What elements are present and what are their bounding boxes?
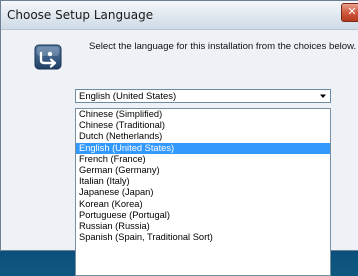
language-option[interactable]: Russian (Russia)	[76, 221, 330, 232]
language-option[interactable]: Dutch (Netherlands)	[76, 131, 330, 142]
combobox-value: English (United States)	[79, 91, 177, 102]
language-option[interactable]: Portuguese (Portugal)	[76, 210, 330, 221]
language-combobox[interactable]: English (United States)	[75, 89, 331, 103]
language-option[interactable]: German (Germany)	[76, 165, 330, 176]
close-button[interactable]: ✕	[341, 3, 358, 22]
chevron-down-icon[interactable]	[316, 90, 330, 102]
title-bar[interactable]: Choose Setup Language ✕	[1, 1, 358, 30]
language-option[interactable]: Spanish (Spain, Traditional Sort)	[76, 232, 330, 243]
language-option[interactable]: French (France)	[76, 154, 330, 165]
language-option[interactable]: Chinese (Simplified)	[76, 109, 330, 120]
window-title: Choose Setup Language	[7, 8, 154, 22]
language-option[interactable]: Korean (Korea)	[76, 199, 330, 210]
instruction-text: Select the language for this installatio…	[89, 41, 357, 52]
dialog-body: Select the language for this installatio…	[1, 30, 358, 276]
setup-language-dialog: Choose Setup Language ✕ Select the langu…	[0, 0, 358, 276]
language-option[interactable]: Italian (Italy)	[76, 176, 330, 187]
language-option[interactable]: English (United States)	[76, 142, 330, 154]
setup-icon	[34, 44, 62, 70]
language-option[interactable]: Chinese (Traditional)	[76, 120, 330, 131]
language-option[interactable]: Japanese (Japan)	[76, 187, 330, 198]
